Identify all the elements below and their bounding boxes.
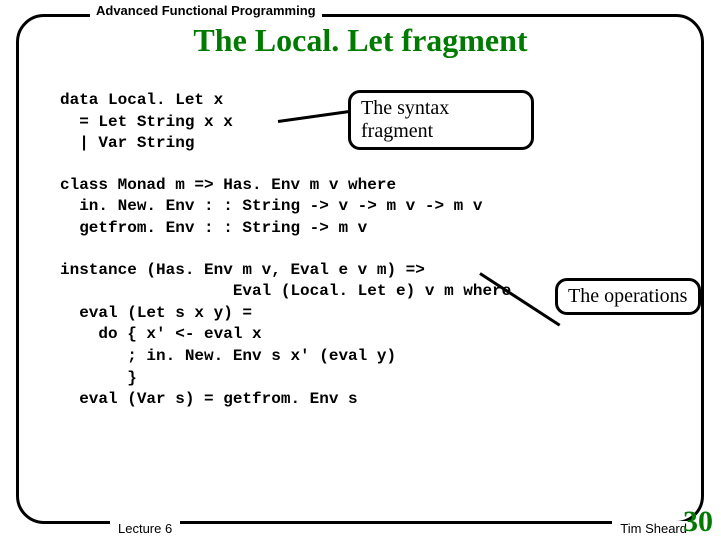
callout-operations: The operations xyxy=(555,278,701,315)
page-number: 30 xyxy=(683,505,713,539)
slide-title: The Local. Let fragment xyxy=(0,22,721,59)
course-label: Advanced Functional Programming xyxy=(90,3,322,18)
callout-syntax-fragment: The syntax fragment xyxy=(348,90,534,150)
footer-lecture: Lecture 6 xyxy=(110,521,180,536)
code-block-class: class Monad m => Has. Env m v where in. … xyxy=(60,175,681,240)
